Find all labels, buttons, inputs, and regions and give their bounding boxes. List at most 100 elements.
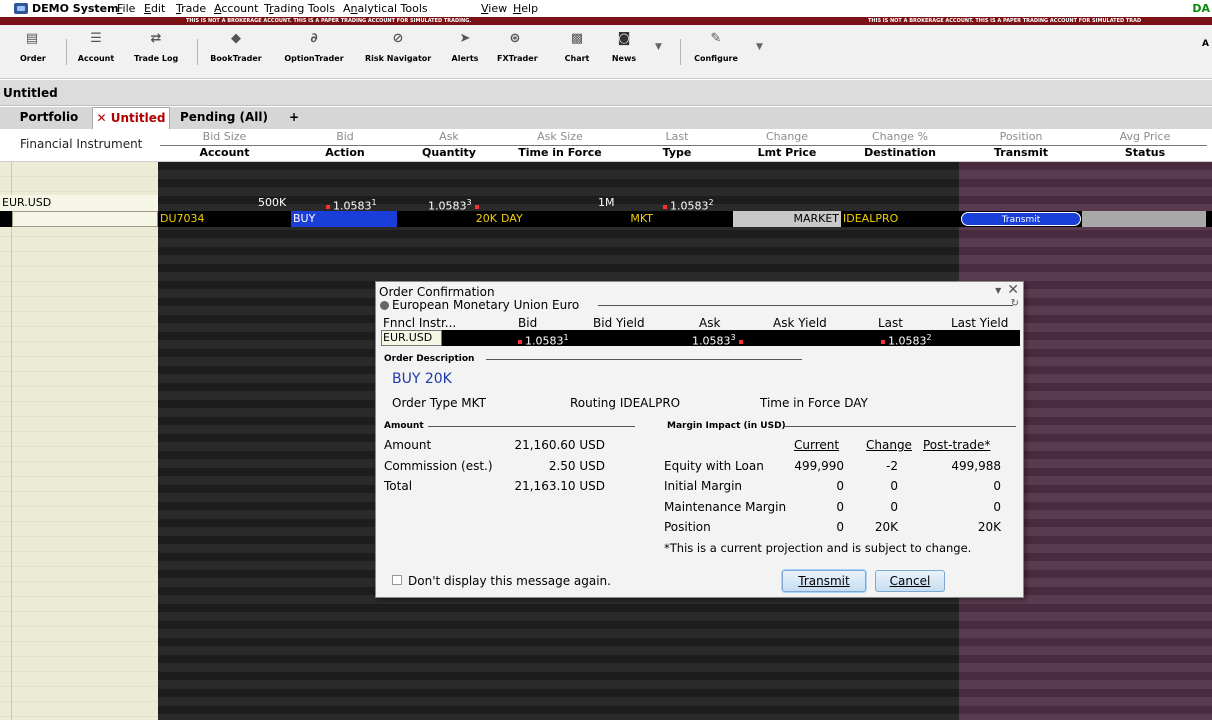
col-action[interactable]: Action	[291, 146, 399, 159]
optiontrader-button[interactable]: ∂ OptionTrader	[282, 31, 346, 63]
warning-text-center: THIS IS NOT A BROKERAGE ACCOUNT. THIS IS…	[186, 18, 472, 24]
col-type[interactable]: Type	[621, 146, 733, 159]
mini-last: 1.05832	[878, 330, 932, 350]
hdr-last: Last	[878, 316, 903, 330]
margin-row-label: Equity with Loan	[664, 459, 764, 473]
cell-quantity[interactable]: 20K	[399, 211, 499, 227]
col-account[interactable]: Account	[158, 146, 291, 159]
col-ask-size[interactable]: Ask Size	[499, 130, 621, 143]
col-change-pct[interactable]: Change %	[841, 130, 959, 143]
mini-ask: 1.05833	[692, 330, 746, 350]
toolbar-separator	[66, 39, 67, 65]
col-ask[interactable]: Ask	[399, 130, 499, 143]
col-position[interactable]: Position	[959, 130, 1083, 143]
trade-log-icon: ⇄	[150, 31, 162, 46]
col-avg-price[interactable]: Avg Price	[1083, 130, 1207, 143]
trade-log-button[interactable]: ⇄ Trade Log	[134, 31, 178, 63]
close-icon[interactable]: ✕	[1007, 282, 1019, 298]
dont-display-label[interactable]: Don't display this message again.	[408, 574, 611, 588]
menu-help[interactable]: Help	[513, 2, 538, 15]
total-value: 21,163.10 USD	[514, 479, 605, 493]
hdr-fnncl-instr: Fnncl Instr...	[383, 316, 457, 330]
tab-portfolio[interactable]: Portfolio	[8, 107, 90, 129]
tab-bar: Portfolio ✕ Untitled Pending (All) +	[0, 107, 1212, 129]
refresh-icon[interactable]: ↻	[1011, 298, 1019, 309]
alerts-button[interactable]: ➤ Alerts	[450, 31, 480, 63]
margin-current: 0	[836, 520, 844, 534]
cell-destination[interactable]: IDEALPRO	[843, 211, 957, 227]
booktrader-button[interactable]: ◆ BookTrader	[208, 31, 264, 63]
account-indicator: DA	[1192, 2, 1210, 15]
commission-value: 2.50 USD	[548, 459, 605, 473]
tick-down-icon	[474, 204, 479, 209]
col-quantity[interactable]: Quantity	[399, 146, 499, 159]
menu-analytical-tools[interactable]: Analytical Tools	[343, 2, 428, 15]
col-bid[interactable]: Bid	[291, 130, 399, 143]
menu-trade[interactable]: Trade	[176, 2, 206, 15]
order-row[interactable]: DU7034 BUY 20K DAY MKT MARKET IDEALPRO T…	[0, 211, 1212, 227]
quote-row[interactable]: EUR.USD 500K 1.05831 1.05833 1M 1.05832	[0, 195, 1212, 213]
col-destination[interactable]: Destination	[841, 146, 959, 159]
transmit-button[interactable]: Transmit	[782, 570, 866, 592]
risk-navigator-icon: ⊘	[392, 31, 404, 46]
margin-impact-label: Margin Impact (in USD)	[667, 421, 786, 431]
margin-row-label: Maintenance Margin	[664, 500, 787, 514]
account-button[interactable]: ☰ Account	[76, 31, 116, 63]
menu-account[interactable]: Account	[214, 2, 258, 15]
margin-current: 0	[836, 500, 844, 514]
add-tab-button[interactable]: +	[289, 110, 299, 124]
col-bid-size[interactable]: Bid Size	[158, 130, 291, 143]
order-tif: Time in Force DAY	[760, 396, 868, 410]
configure-button[interactable]: ✎ Configure	[692, 31, 740, 63]
col-last[interactable]: Last	[621, 130, 733, 143]
order-button[interactable]: ▤ Order	[20, 31, 46, 63]
menu-trading-tools[interactable]: Trading Tools	[264, 2, 335, 15]
cell-account[interactable]: DU7034	[160, 211, 291, 227]
section-divider	[784, 426, 1016, 427]
tab-pending[interactable]: Pending (All)	[174, 107, 274, 129]
mini-symbol: EUR.USD	[381, 330, 442, 346]
news-button[interactable]: ◙ News	[610, 31, 638, 63]
margin-post: 20K	[977, 520, 1001, 534]
menu-edit[interactable]: Edit	[144, 2, 165, 15]
col-change[interactable]: Change	[733, 130, 841, 143]
toolbar-overflow: A	[1202, 39, 1209, 49]
cell-tif[interactable]: DAY	[501, 211, 621, 227]
col-financial-instrument[interactable]: Financial Instrument	[20, 137, 142, 151]
cell-type[interactable]: MKT	[621, 211, 653, 227]
cell-lmt-price[interactable]: MARKET	[733, 211, 841, 227]
instrument-group-header[interactable]: European Monetary Union Euro	[380, 298, 579, 312]
menu-file[interactable]: File	[117, 2, 135, 15]
tick-down-icon	[881, 339, 885, 344]
tick-down-icon	[738, 339, 743, 344]
order-icon: ▤	[25, 31, 39, 46]
col-transmit[interactable]: Transmit	[959, 146, 1083, 159]
col-lmt-price[interactable]: Lmt Price	[733, 146, 841, 159]
margin-row-label: Position	[664, 520, 711, 534]
margin-current: 0	[836, 479, 844, 493]
cell-action[interactable]: BUY	[291, 211, 397, 227]
alerts-icon: ➤	[459, 31, 471, 46]
configure-dropdown-icon[interactable]: ▼	[756, 42, 763, 52]
close-icon[interactable]: ✕	[97, 111, 111, 125]
account-icon: ☰	[90, 31, 102, 46]
collapse-icon[interactable]	[380, 301, 389, 310]
dont-display-checkbox[interactable]	[392, 575, 402, 585]
menu-view[interactable]: View	[481, 2, 507, 15]
fxtrader-button[interactable]: ⊛ FXTrader	[497, 31, 538, 63]
dialog-menu-icon[interactable]: ▼	[995, 286, 1001, 295]
row-transmit-button[interactable]: Transmit	[961, 212, 1081, 226]
col-status[interactable]: Status	[1083, 146, 1207, 159]
risk-navigator-button[interactable]: ⊘ Risk Navigator	[365, 31, 431, 63]
news-dropdown-icon[interactable]: ▼	[655, 42, 662, 52]
col-time-in-force[interactable]: Time in Force	[499, 146, 621, 159]
toolbar-separator	[680, 39, 681, 65]
section-divider	[428, 426, 635, 427]
margin-post: 0	[993, 500, 1001, 514]
column-header: Financial Instrument Bid Size Bid Ask As…	[0, 129, 1212, 162]
order-row-selector[interactable]	[12, 211, 158, 227]
tab-untitled[interactable]: ✕ Untitled	[92, 107, 170, 129]
mini-quote-row: EUR.USD 1.05831 1.05833 1.05832	[381, 330, 1020, 348]
cancel-button[interactable]: Cancel	[875, 570, 945, 592]
chart-button[interactable]: ▩ Chart	[562, 31, 592, 63]
